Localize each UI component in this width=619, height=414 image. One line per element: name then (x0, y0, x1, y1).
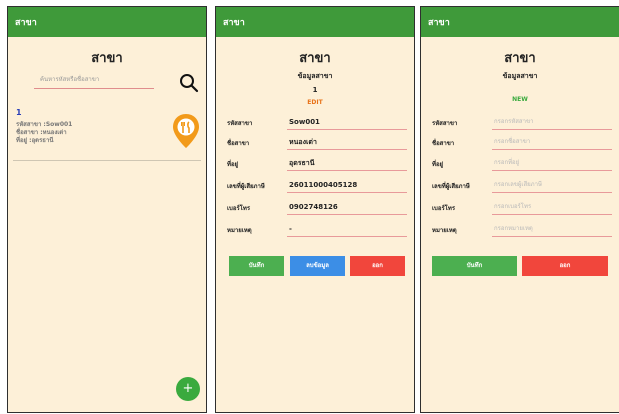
save-button[interactable]: บันทึก (432, 256, 517, 276)
field-label: รหัสสาขา (227, 120, 253, 127)
search-placeholder: ค้นหารหัสหรือชื่อสาขา (40, 76, 100, 83)
edit-branch-screen: สาขา สาขา ข้อมูลสาขา 1 EDIT รหัสสาขา Sow… (215, 6, 415, 413)
exit-button[interactable]: ออก (522, 256, 608, 276)
search-button[interactable] (178, 72, 200, 94)
delete-button[interactable]: ลบข้อมูล (290, 256, 345, 276)
search-icon (180, 74, 199, 93)
save-button[interactable]: บันทึก (229, 256, 284, 276)
add-branch-button[interactable]: + (176, 377, 200, 401)
branch-index: 1 (16, 108, 22, 117)
branch-name-input[interactable]: กรอกชื่อสาขา (492, 135, 612, 150)
field-branch-name: ชื่อสาขา กรอกชื่อสาขา (432, 135, 616, 151)
restaurant-pin-icon (172, 113, 200, 149)
tax-id-input[interactable]: 26011000405128 (287, 178, 407, 193)
app-bar-title: สาขา (223, 18, 245, 28)
phone-input[interactable]: กรอกเบอร์โทร (492, 200, 612, 215)
branch-list-item[interactable]: 1 รหัสสาขา :Sow001 ชื่อสาขา :หนองเต่า ที… (13, 107, 201, 161)
app-bar-title: สาขา (15, 18, 37, 28)
new-branch-screen: สาขา สาขา ข้อมูลสาขา NEW รหัสสาขา กรอกรห… (420, 6, 619, 413)
mode-label: EDIT (307, 99, 323, 106)
field-tax-id: เลขที่ผู้เสียภาษี กรอกเลขผู้เสียภาษี (432, 178, 616, 194)
field-label: เลขที่ผู้เสียภาษี (432, 183, 470, 190)
field-tax-id: เลขที่ผู้เสียภาษี 26011000405128 (227, 178, 411, 194)
record-number: 1 (312, 86, 318, 94)
section-subtitle: ข้อมูลสาขา (502, 72, 538, 80)
field-label: เบอร์โทร (227, 205, 251, 212)
field-phone: เบอร์โทร 0902748126 (227, 200, 411, 216)
field-label: ที่อยู่ (432, 161, 444, 168)
field-address: ที่อยู่ อุดรธานี (227, 156, 411, 172)
field-branch-name: ชื่อสาขา หนองเต่า (227, 135, 411, 151)
field-label: ที่อยู่ (227, 161, 239, 168)
app-bar: สาขา (421, 7, 619, 37)
field-phone: เบอร์โทร กรอกเบอร์โทร (432, 200, 616, 216)
field-label: ชื่อสาขา (227, 140, 250, 147)
branch-name-input[interactable]: หนองเต่า (287, 135, 407, 150)
branch-code-input[interactable]: กรอกรหัสสาขา (492, 115, 612, 130)
page-title: สาขา (504, 51, 536, 66)
field-label: ชื่อสาขา (432, 140, 455, 147)
mode-label: NEW (512, 96, 528, 103)
field-label: เลขที่ผู้เสียภาษี (227, 183, 265, 190)
page-title: สาขา (299, 51, 331, 66)
app-bar-title: สาขา (428, 18, 450, 28)
field-branch-code: รหัสสาขา Sow001 (227, 115, 411, 131)
address-input[interactable]: กรอกที่อยู่ (492, 156, 612, 171)
page-title: สาขา (91, 51, 123, 66)
search-input[interactable]: ค้นหารหัสหรือชื่อสาขา (34, 73, 154, 89)
branch-address: ที่อยู่ :อุดรธานี (16, 137, 54, 144)
phone-input[interactable]: 0902748126 (287, 200, 407, 215)
note-input[interactable]: กรอกหมายเหตุ (492, 222, 612, 237)
app-bar: สาขา (216, 7, 414, 37)
exit-button[interactable]: ออก (350, 256, 405, 276)
field-label: เบอร์โทร (432, 205, 456, 212)
field-branch-code: รหัสสาขา กรอกรหัสสาขา (432, 115, 616, 131)
branch-list-screen: สาขา สาขา ค้นหารหัสหรือชื่อสาขา 1 รหัสสา… (7, 6, 207, 413)
field-address: ที่อยู่ กรอกที่อยู่ (432, 156, 616, 172)
plus-icon: + (182, 381, 194, 396)
field-label: หมายเหตุ (227, 227, 252, 234)
app-bar: สาขา (8, 7, 206, 37)
field-label: รหัสสาขา (432, 120, 458, 127)
tax-id-input[interactable]: กรอกเลขผู้เสียภาษี (492, 178, 612, 193)
field-note: หมายเหตุ กรอกหมายเหตุ (432, 222, 616, 238)
field-note: หมายเหตุ - (227, 222, 411, 238)
branch-code-input[interactable]: Sow001 (287, 115, 407, 130)
field-label: หมายเหตุ (432, 227, 457, 234)
section-subtitle: ข้อมูลสาขา (297, 72, 333, 80)
note-input[interactable]: - (287, 222, 407, 237)
address-input[interactable]: อุดรธานี (287, 156, 407, 171)
